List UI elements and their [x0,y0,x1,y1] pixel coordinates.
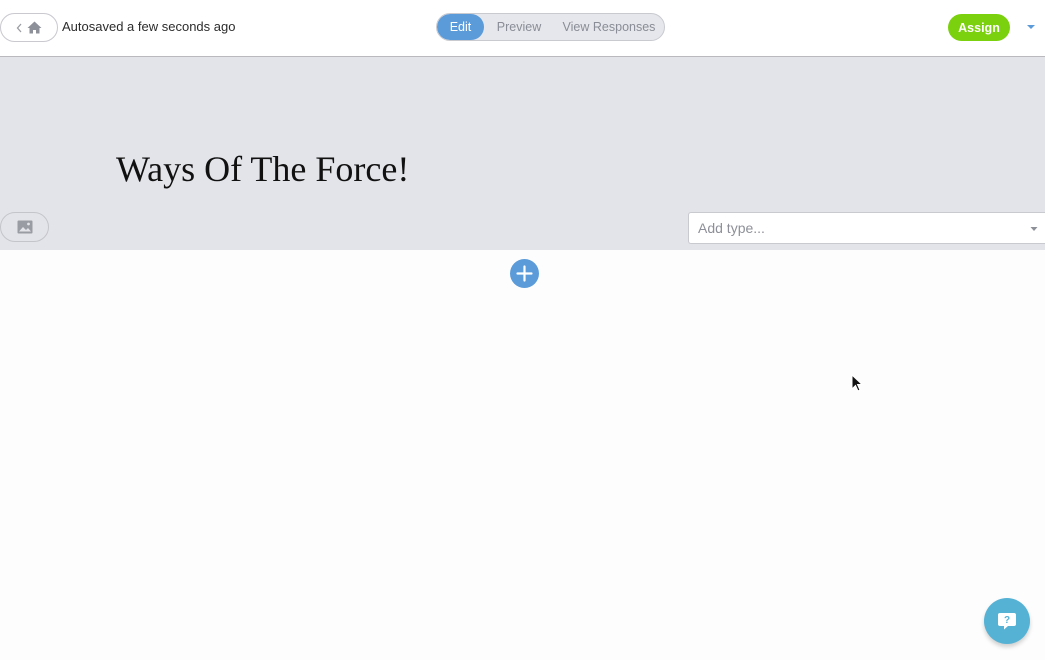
home-button[interactable] [0,13,58,42]
tab-edit[interactable]: Edit [437,14,484,40]
caret-down-icon [1030,227,1038,231]
add-image-button[interactable] [0,212,49,242]
top-bar: Autosaved a few seconds ago Edit Preview… [0,0,1045,57]
page-title[interactable]: Ways Of The Force! [116,147,409,191]
image-icon [17,220,32,234]
mouse-cursor [851,374,863,392]
plus-icon [516,265,533,282]
add-question-button[interactable] [510,259,539,288]
home-icon [27,21,42,34]
autosave-status: Autosaved a few seconds ago [62,19,236,34]
header-banner: Ways Of The Force! Add type... [0,57,1045,250]
tab-view-responses[interactable]: View Responses [554,14,664,40]
question-bubble-icon: ? [998,613,1016,630]
assign-button[interactable]: Assign [948,14,1010,41]
help-button[interactable]: ? [984,598,1030,644]
chevron-left-icon [16,23,22,32]
caret-down-icon[interactable] [1026,23,1036,31]
tab-preview[interactable]: Preview [484,14,554,40]
type-select[interactable]: Add type... [688,212,1045,244]
mode-toggle: Edit Preview View Responses [436,13,665,41]
svg-text:?: ? [1004,615,1010,626]
type-select-placeholder: Add type... [698,220,765,236]
